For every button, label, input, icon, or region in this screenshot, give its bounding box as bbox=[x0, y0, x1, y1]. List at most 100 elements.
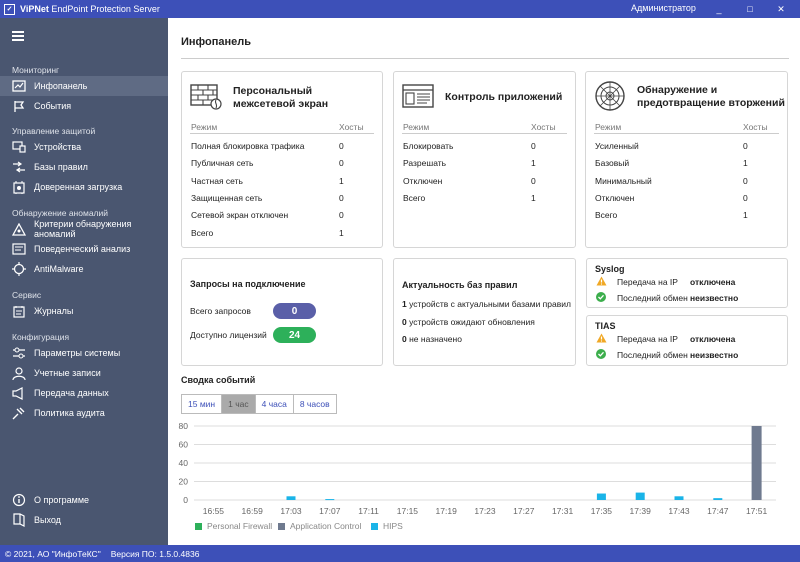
x-tick-label: 17:19 bbox=[436, 506, 458, 516]
tab-4hours[interactable]: 4 часа bbox=[254, 394, 294, 414]
sidebar-item-label: События bbox=[34, 101, 72, 111]
firewall-card[interactable]: Персональный межсетевой экран Режим Хост… bbox=[181, 71, 383, 248]
divider bbox=[402, 133, 567, 134]
sidebar-item-about[interactable]: О программе bbox=[0, 490, 168, 510]
connection-requests-card[interactable]: Запросы на подключение Всего запросов 0 … bbox=[181, 258, 383, 366]
x-tick-label: 17:03 bbox=[280, 506, 302, 516]
accounts-icon bbox=[12, 366, 26, 380]
licenses-label: Доступно лицензий bbox=[190, 330, 267, 340]
sidebar-item-devices[interactable]: Устройства bbox=[0, 137, 168, 157]
ids-card[interactable]: Обнаружение и предотвращение вторжений Р… bbox=[585, 71, 788, 248]
sidebar-item-audit-policy[interactable]: Политика аудита bbox=[0, 403, 168, 423]
row-label: Частная сеть bbox=[191, 176, 243, 186]
row-label: Защищенная сеть bbox=[191, 193, 263, 203]
maximize-button[interactable]: □ bbox=[738, 1, 762, 17]
sidebar-item-behavior[interactable]: Поведенческий анализ bbox=[0, 239, 168, 259]
total-label: Всего bbox=[403, 193, 426, 203]
legend-swatch bbox=[195, 522, 202, 530]
col-mode: Режим bbox=[595, 122, 622, 132]
time-range-tabs: 15 мин 1 час 4 часа 8 часов bbox=[181, 394, 337, 414]
sidebar: Мониторинг Инфопанель События Управление… bbox=[0, 18, 168, 545]
tias-card[interactable]: TIAS Передача на IP отключена Последний … bbox=[586, 315, 788, 366]
syslog-card[interactable]: Syslog Передача на IP отключена Последни… bbox=[586, 258, 788, 308]
sidebar-item-label: Доверенная загрузка bbox=[34, 182, 123, 192]
sidebar-item-data-transfer[interactable]: Передача данных bbox=[0, 383, 168, 403]
sidebar-item-accounts[interactable]: Учетные записи bbox=[0, 363, 168, 383]
card-title: Персональный межсетевой экран bbox=[233, 85, 329, 110]
sidebar-item-settings[interactable]: Параметры системы bbox=[0, 343, 168, 363]
sidebar-item-infopanel[interactable]: Инфопанель bbox=[0, 76, 168, 96]
tab-15min[interactable]: 15 мин bbox=[181, 394, 223, 414]
minimize-button[interactable]: _ bbox=[707, 1, 731, 17]
legend-swatch bbox=[371, 522, 378, 530]
legend-swatch bbox=[278, 522, 285, 530]
radar-icon bbox=[595, 81, 625, 111]
tab-1hour[interactable]: 1 час bbox=[221, 394, 256, 414]
exit-icon bbox=[12, 513, 26, 527]
row-value: 0 bbox=[531, 176, 536, 186]
col-mode: Режим bbox=[403, 122, 430, 132]
divider bbox=[181, 58, 789, 59]
row-value: 0 bbox=[339, 210, 344, 220]
syslog-last-label: Последний обмен bbox=[617, 293, 688, 303]
sidebar-item-trusted-boot[interactable]: Доверенная загрузка bbox=[0, 177, 168, 197]
sidebar-item-label: Базы правил bbox=[34, 162, 88, 172]
main-content: Инфопанель Персональный межсетевой экран… bbox=[168, 18, 800, 545]
card-title: Контроль приложений bbox=[445, 91, 563, 103]
sidebar-item-label: Параметры системы bbox=[34, 348, 121, 358]
app-control-icon bbox=[402, 84, 434, 108]
total-value: 1 bbox=[531, 193, 536, 203]
col-hosts: Хосты bbox=[339, 122, 364, 132]
sidebar-item-events[interactable]: События bbox=[0, 96, 168, 116]
row-value: 1 bbox=[339, 176, 344, 186]
total-label: Всего bbox=[191, 228, 214, 238]
tias-last-label: Последний обмен bbox=[617, 350, 688, 360]
total-value: 1 bbox=[339, 228, 344, 238]
user-name[interactable]: Администратор bbox=[631, 3, 696, 13]
section-protection: Управление защитой bbox=[12, 126, 96, 136]
col-mode: Режим bbox=[191, 122, 218, 132]
row-label: Минимальный bbox=[595, 176, 652, 186]
row-value: 0 bbox=[339, 158, 344, 168]
app-logo-icon: ✓ bbox=[4, 3, 15, 15]
card-title: TIAS bbox=[595, 321, 616, 331]
page-title: Инфопанель bbox=[181, 36, 252, 48]
rules-status-card[interactable]: Актуальность баз правил 1 устройств с ак… bbox=[393, 258, 576, 366]
licenses-badge[interactable]: 24 bbox=[273, 327, 316, 343]
bar bbox=[286, 496, 296, 500]
app-control-card[interactable]: Контроль приложений Режим Хосты Блокиров… bbox=[393, 71, 576, 248]
card-title: Запросы на подключение bbox=[190, 279, 306, 289]
behavior-icon bbox=[12, 242, 26, 256]
copyright: © 2021, АО "ИнфоТеКС" bbox=[5, 548, 101, 559]
sidebar-item-exit[interactable]: Выход bbox=[0, 510, 168, 530]
sidebar-item-anomaly-criteria[interactable]: Критерии обнаружения аномалий bbox=[0, 219, 168, 239]
bar bbox=[674, 496, 684, 500]
x-tick-label: 16:55 bbox=[203, 506, 225, 516]
tias-ip-label: Передача на IP bbox=[617, 334, 678, 344]
total-requests-badge[interactable]: 0 bbox=[273, 303, 316, 319]
devices-icon bbox=[12, 140, 26, 154]
sidebar-item-label: Политика аудита bbox=[34, 408, 105, 418]
menu-icon[interactable] bbox=[12, 31, 24, 41]
x-tick-label: 17:27 bbox=[513, 506, 535, 516]
warning-icon bbox=[596, 276, 607, 286]
sidebar-item-label: Журналы bbox=[34, 306, 74, 316]
sidebar-item-rules[interactable]: Базы правил bbox=[0, 157, 168, 177]
x-tick-label: 17:51 bbox=[746, 506, 768, 516]
tab-8hours[interactable]: 8 часов bbox=[292, 394, 337, 414]
legend-item[interactable]: Application Control bbox=[278, 521, 361, 531]
x-tick-label: 17:31 bbox=[552, 506, 574, 516]
rules-status-line: 1 устройств с актуальными базами правил bbox=[402, 299, 571, 309]
section-monitoring: Мониторинг bbox=[12, 65, 60, 75]
firewall-icon bbox=[190, 84, 222, 110]
legend-item[interactable]: HIPS bbox=[371, 521, 403, 531]
legend-item[interactable]: Personal Firewall bbox=[195, 521, 272, 531]
x-tick-label: 17:47 bbox=[707, 506, 729, 516]
sidebar-item-label: Критерии обнаружения аномалий bbox=[34, 219, 132, 239]
row-value: 0 bbox=[743, 141, 748, 151]
sidebar-item-antimalware[interactable]: AntiMalware bbox=[0, 259, 168, 279]
rules-status-line: 0 устройств ожидают обновления bbox=[402, 317, 535, 327]
close-button[interactable]: ✕ bbox=[769, 1, 793, 17]
sidebar-item-logs[interactable]: Журналы bbox=[0, 301, 168, 321]
bar bbox=[596, 493, 606, 500]
